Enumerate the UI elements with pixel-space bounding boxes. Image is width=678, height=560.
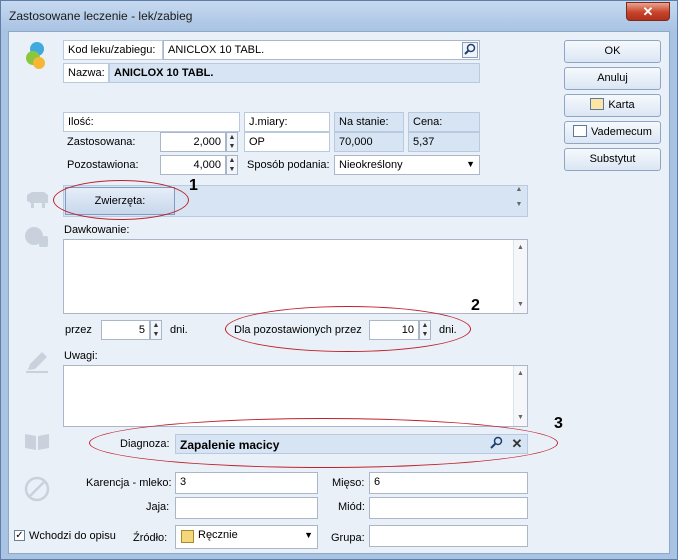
group-input[interactable] xyxy=(369,525,528,547)
annotation-marker-3: 3 xyxy=(554,415,563,432)
hand-edit-icon xyxy=(181,530,194,543)
vademecum-button-label: Vademecum xyxy=(591,126,652,138)
window-title: Zastosowane leczenie - lek/zabieg xyxy=(9,9,193,23)
applied-spinner[interactable]: ▲ ▼ xyxy=(226,132,238,152)
card-button-label: Karta xyxy=(608,99,635,111)
days-unit-label: dni. xyxy=(170,324,188,336)
price-header: Cena: xyxy=(408,112,480,132)
card-button[interactable]: Karta xyxy=(564,94,661,117)
source-select[interactable]: Ręcznie ▼ xyxy=(175,525,318,549)
vademecum-button[interactable]: Vademecum xyxy=(564,121,661,144)
notes-scrollbar[interactable]: ▲ ▼ xyxy=(513,366,527,426)
cow-icon xyxy=(23,187,51,213)
annotation-oval-2 xyxy=(225,306,471,352)
drug-code-input[interactable]: ANICLOX 10 TABL. xyxy=(163,40,480,60)
chevron-down-icon: ▼ xyxy=(466,159,475,169)
notes-label: Uwagi: xyxy=(64,350,98,362)
magnifier-icon xyxy=(464,43,476,55)
app-logo-icon xyxy=(26,42,45,69)
drug-name-label: Nazwa: xyxy=(63,63,109,83)
dialog-window: Zastosowane leczenie - lek/zabieg ✕ Kod … xyxy=(0,0,678,560)
eggs-withdrawal-label: Jaja: xyxy=(146,501,170,513)
search-drug-button[interactable] xyxy=(462,42,478,58)
annotation-marker-2: 2 xyxy=(471,297,480,314)
meat-withdrawal-input[interactable]: 6 xyxy=(369,472,528,494)
book-icon xyxy=(23,430,51,456)
remaining-spinner[interactable]: ▲ ▼ xyxy=(226,155,238,175)
group-label: Grupa: xyxy=(331,532,365,544)
drug-code-label: Kod leku/zabiegu: xyxy=(63,40,163,60)
days-for-label: przez xyxy=(65,324,92,336)
source-label: Źródło: xyxy=(133,532,168,544)
days-input[interactable]: 5 xyxy=(101,320,150,340)
remaining-label: Pozostawiona: xyxy=(67,159,139,171)
card-icon xyxy=(590,98,605,110)
drug-name-value: ANICLOX 10 TABL. xyxy=(109,63,480,83)
chevron-down-icon: ▼ xyxy=(304,530,313,540)
unit-value: OP xyxy=(244,132,330,152)
price-value: 5,37 xyxy=(408,132,480,152)
remaining-input[interactable]: 4,000 xyxy=(160,155,226,175)
applied-label: Zastosowana: xyxy=(67,136,136,148)
pencil-icon xyxy=(23,350,51,376)
include-label: Wchodzi do opisu xyxy=(29,530,116,542)
eggs-withdrawal-input[interactable] xyxy=(175,497,318,519)
stock-value: 70,000 xyxy=(334,132,404,152)
stock-header: Na stanie: xyxy=(334,112,404,132)
book-icon xyxy=(573,125,588,137)
medicine-icon xyxy=(23,224,51,250)
source-value: Ręcznie xyxy=(198,529,238,541)
substitute-button[interactable]: Substytut xyxy=(564,148,661,171)
honey-withdrawal-label: Miód: xyxy=(338,501,365,513)
milk-withdrawal-input[interactable]: 3 xyxy=(175,472,318,494)
close-button[interactable]: ✕ xyxy=(626,2,670,21)
administration-value: Nieokreślony xyxy=(339,159,403,171)
annotation-oval-1 xyxy=(53,180,189,220)
dosage-scrollbar[interactable]: ▲ ▼ xyxy=(513,240,527,313)
days-spinner[interactable]: ▲ ▼ xyxy=(150,320,162,340)
applied-input[interactable]: 2,000 xyxy=(160,132,226,152)
meat-withdrawal-label: Mięso: xyxy=(332,477,365,489)
milk-withdrawal-label: Karencja - mleko: xyxy=(86,477,172,489)
dosage-textarea[interactable]: ▲ ▼ xyxy=(63,239,528,314)
honey-withdrawal-input[interactable] xyxy=(369,497,528,519)
annotation-oval-3 xyxy=(89,418,558,468)
dosage-label: Dawkowanie: xyxy=(64,224,130,236)
administration-select[interactable]: Nieokreślony ▼ xyxy=(334,155,480,175)
unit-header: J.miary: xyxy=(244,112,330,132)
no-entry-icon xyxy=(23,476,51,502)
quantity-header: Ilość: xyxy=(63,112,240,132)
ok-button[interactable]: OK xyxy=(564,40,661,63)
administration-label: Sposób podania: xyxy=(247,159,330,171)
dialog-body: Kod leku/zabiegu: ANICLOX 10 TABL. Nazwa… xyxy=(8,31,670,554)
cancel-button[interactable]: Anuluj xyxy=(564,67,661,90)
animals-scroll[interactable]: ▲ ▼ xyxy=(512,186,526,216)
annotation-marker-1: 1 xyxy=(189,177,198,194)
include-checkbox[interactable]: ✓ xyxy=(14,530,25,541)
title-bar: Zastosowane leczenie - lek/zabieg ✕ xyxy=(1,1,677,31)
